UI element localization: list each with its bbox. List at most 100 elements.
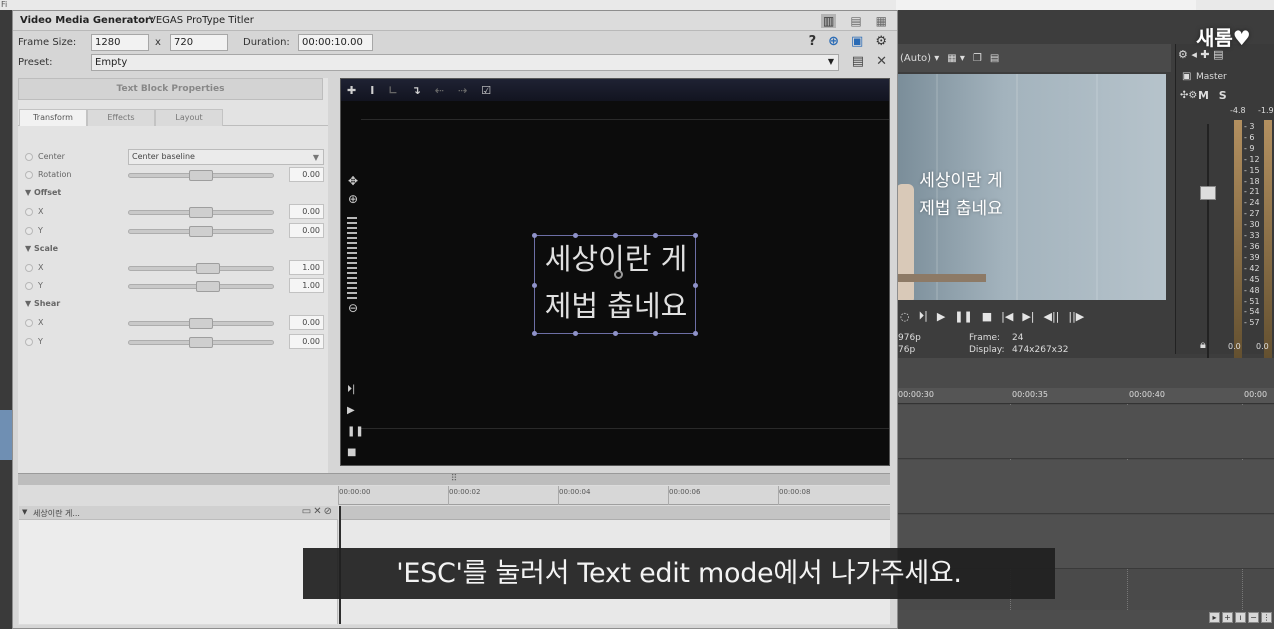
pause-icon[interactable]: ❚❚ bbox=[347, 421, 364, 442]
keyframe-dot-icon[interactable] bbox=[25, 153, 33, 161]
resize-handle[interactable] bbox=[573, 331, 578, 336]
play-from-start-icon[interactable]: ⏵| bbox=[919, 309, 928, 323]
layout-grid-icon[interactable]: ▦ bbox=[876, 14, 887, 28]
shear-x-slider[interactable] bbox=[128, 318, 274, 329]
slider-thumb[interactable] bbox=[189, 226, 213, 237]
keyframe-dot-icon[interactable] bbox=[25, 282, 33, 290]
slider-thumb[interactable] bbox=[196, 263, 220, 274]
resize-handle[interactable] bbox=[532, 283, 537, 288]
layout-list-icon[interactable]: ▤ bbox=[850, 14, 861, 28]
stop-icon[interactable]: ■ bbox=[982, 310, 992, 323]
duration-input[interactable]: 00:00:10.00 bbox=[298, 34, 373, 51]
return-tool-icon[interactable]: ↴ bbox=[412, 84, 421, 97]
pause-icon[interactable]: ❚❚ bbox=[954, 310, 972, 323]
keyframe-dot-icon[interactable] bbox=[25, 171, 33, 179]
scale-y-value[interactable]: 1.00 bbox=[289, 278, 324, 293]
tab-effects[interactable]: Effects bbox=[87, 109, 155, 126]
zoom-in-icon[interactable]: ⊕ bbox=[345, 192, 361, 206]
titler-canvas[interactable]: ✚ I ∟ ↴ ⇠ ⇢ ☑ ✥ ⊕ ⊖ ⏵| ▶ ❚❚ ■ 세상이란 게 제법 … bbox=[340, 78, 890, 466]
scale-group[interactable]: ▼ Scale bbox=[18, 242, 328, 258]
zoom-out-icon[interactable]: − bbox=[1248, 612, 1259, 623]
keyframe-dot-icon[interactable] bbox=[25, 319, 33, 327]
resize-handle[interactable] bbox=[653, 331, 658, 336]
offset-y-slider[interactable] bbox=[128, 226, 274, 237]
stop-icon[interactable]: ■ bbox=[347, 442, 361, 463]
lock-icon[interactable]: 🔒︎ bbox=[1200, 338, 1206, 352]
master-fader[interactable] bbox=[1200, 186, 1216, 200]
next-frame-icon[interactable]: ||▶ bbox=[1068, 310, 1084, 323]
resize-handle[interactable] bbox=[653, 233, 658, 238]
resize-handle[interactable] bbox=[613, 233, 618, 238]
grid-icon[interactable]: ▦ ▾ bbox=[947, 53, 965, 64]
slider-thumb[interactable] bbox=[189, 337, 213, 348]
text-tool-icon[interactable]: I bbox=[370, 84, 374, 97]
keyframe-dot-icon[interactable] bbox=[25, 227, 33, 235]
delete-preset-icon[interactable]: ✕ bbox=[876, 54, 887, 69]
loop-icon[interactable]: ◌ bbox=[900, 310, 910, 323]
keyframe-dot-icon[interactable] bbox=[25, 338, 33, 346]
background-timeline-ruler[interactable] bbox=[896, 388, 1274, 404]
corner-tool-icon[interactable]: ∟ bbox=[388, 84, 397, 97]
keyframe-dot-icon[interactable] bbox=[25, 264, 33, 272]
background-track[interactable] bbox=[896, 405, 1274, 459]
play-icon[interactable]: ▶ bbox=[347, 400, 361, 421]
scale-y-slider[interactable] bbox=[128, 281, 274, 292]
offset-group[interactable]: ▼ Offset bbox=[18, 186, 328, 202]
resize-handle[interactable] bbox=[573, 233, 578, 238]
plugin-chain-icon[interactable]: ⊕ bbox=[828, 34, 839, 49]
resize-handle[interactable] bbox=[613, 331, 618, 336]
slider-thumb[interactable] bbox=[189, 318, 213, 329]
offset-x-slider[interactable] bbox=[128, 207, 274, 218]
collapse-arrow-icon[interactable]: ▼ bbox=[22, 508, 27, 516]
track-keyframe-bar[interactable] bbox=[339, 506, 890, 520]
layout-split-icon[interactable]: ▥ bbox=[820, 14, 837, 28]
zoom-handle-icon[interactable]: ⋮ bbox=[1261, 612, 1272, 623]
preview-quality-dropdown[interactable]: (Auto) ▾ bbox=[900, 53, 939, 64]
track-lock-icon[interactable]: ▭ bbox=[302, 506, 313, 517]
slider-thumb[interactable] bbox=[189, 207, 213, 218]
slider-thumb[interactable] bbox=[196, 281, 220, 292]
move-tool-icon[interactable]: ✚ bbox=[347, 84, 356, 97]
track-header[interactable]: ▼ 세상이란 게... ▭✕⊘ bbox=[19, 506, 338, 520]
canvas-text-line2[interactable]: 제법 춥네요 bbox=[535, 286, 697, 326]
preset-dropdown[interactable]: Empty ▼ bbox=[91, 54, 839, 71]
copy-snapshot-icon[interactable]: ❐ bbox=[973, 53, 982, 64]
background-track[interactable] bbox=[896, 460, 1274, 514]
track-disable-icon[interactable]: ⊘ bbox=[324, 506, 334, 517]
zoom-out-icon[interactable]: ⊖ bbox=[345, 301, 361, 315]
zoom-fit-icon[interactable]: ı bbox=[1235, 612, 1246, 623]
slider-thumb[interactable] bbox=[189, 170, 213, 181]
go-to-end-icon[interactable]: ▶| bbox=[1022, 310, 1034, 323]
arrow-right-icon[interactable]: ⇢ bbox=[458, 84, 467, 97]
go-to-start-icon[interactable]: |◀ bbox=[1001, 310, 1013, 323]
shear-y-slider[interactable] bbox=[128, 337, 274, 348]
settings-gear-icon[interactable]: ⚙ bbox=[875, 34, 887, 49]
resize-handle[interactable] bbox=[532, 331, 537, 336]
mixer-fx-icon[interactable]: ✣⚙ bbox=[1180, 90, 1197, 101]
resize-handle[interactable] bbox=[693, 233, 698, 238]
anchor-point-icon[interactable] bbox=[614, 270, 623, 279]
scale-x-slider[interactable] bbox=[128, 263, 274, 274]
scale-x-value[interactable]: 1.00 bbox=[289, 260, 324, 275]
titler-timeline-ruler[interactable]: 00:00:00 00:00:02 00:00:04 00:00:06 00:0… bbox=[338, 486, 890, 505]
play-icon[interactable]: ▶ bbox=[937, 310, 945, 323]
timeline-splitter[interactable]: ⠿ bbox=[18, 473, 890, 485]
save-preset-icon[interactable]: ▤ bbox=[852, 54, 864, 69]
media-icon[interactable]: ▣ bbox=[851, 34, 863, 49]
pan-icon[interactable]: ✥ bbox=[345, 174, 361, 188]
frame-width-input[interactable]: 1280 bbox=[91, 34, 149, 51]
arrow-left-icon[interactable]: ⇠ bbox=[435, 84, 444, 97]
tab-transform[interactable]: Transform bbox=[19, 109, 87, 126]
mute-solo-buttons[interactable]: M S bbox=[1198, 89, 1230, 102]
prev-frame-icon[interactable]: ◀|| bbox=[1043, 310, 1059, 323]
keyframe-dot-icon[interactable] bbox=[25, 208, 33, 216]
zoom-in-icon[interactable]: + bbox=[1222, 612, 1233, 623]
offset-x-value[interactable]: 0.00 bbox=[289, 204, 324, 219]
checkbox-icon[interactable]: ☑ bbox=[481, 84, 491, 97]
shear-x-value[interactable]: 0.00 bbox=[289, 315, 324, 330]
resize-handle[interactable] bbox=[693, 331, 698, 336]
resize-handle[interactable] bbox=[693, 283, 698, 288]
track-delete-icon[interactable]: ✕ bbox=[313, 506, 323, 517]
shear-group[interactable]: ▼ Shear bbox=[18, 297, 328, 313]
help-icon[interactable]: ? bbox=[809, 34, 817, 49]
